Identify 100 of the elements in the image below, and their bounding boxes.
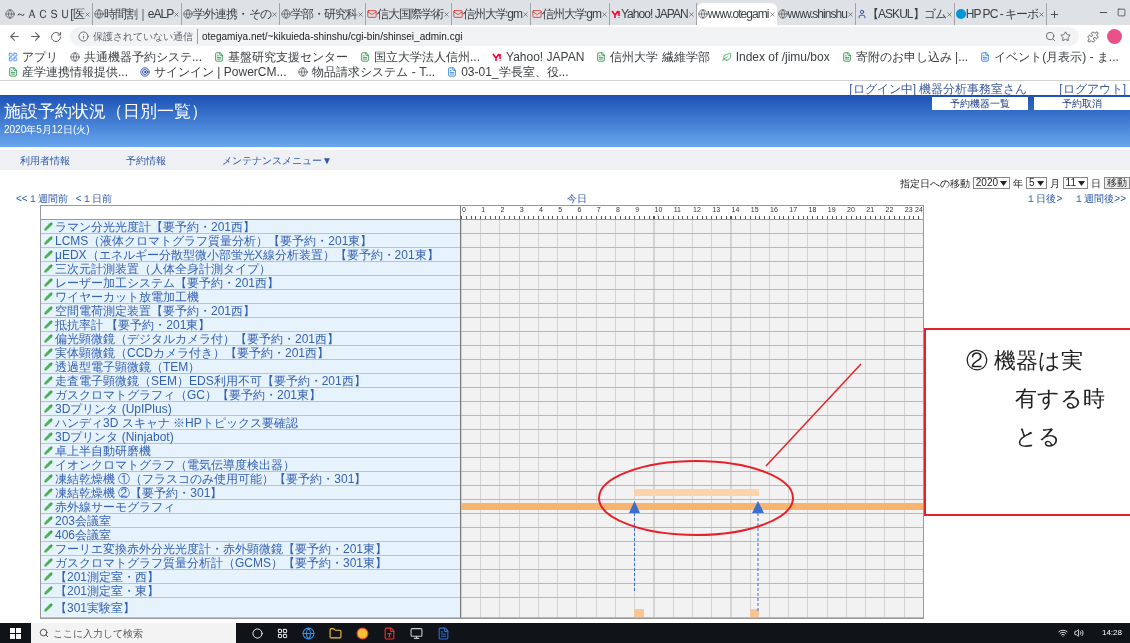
next-day-link[interactable]: １日後> [1026, 190, 1063, 206]
equipment-cell[interactable]: 抵抗率計 【要予約・201東】 [41, 318, 460, 332]
month-select[interactable]: 5 [1026, 177, 1047, 189]
bookmark[interactable]: 寄附のお申し込み |... [841, 49, 969, 64]
network-icon[interactable] [1057, 628, 1068, 638]
close-icon[interactable] [83, 10, 91, 18]
equipment-cell[interactable]: フーリエ変換赤外分光光度計・赤外顕微鏡【要予約・201東】 [41, 542, 460, 556]
equipment-cell[interactable]: 空間電荷測定装置【要予約・201西】 [41, 304, 460, 318]
equipment-cell[interactable]: LCMS（液体クロマトグラフ質量分析）【要予約・201東】 [41, 234, 460, 248]
bookmark[interactable]: 共通機器予約システ... [70, 49, 202, 64]
equipment-cell[interactable]: μEDX（エネルギー分散型微小部蛍光X線分析装置）【要予約・201東】 [41, 248, 460, 262]
bookmark[interactable]: Index of /jimu/box [721, 49, 830, 64]
avatar[interactable] [1107, 29, 1122, 44]
day-select[interactable]: 11 [1062, 177, 1088, 189]
equipment-cell[interactable]: 203会議室 [41, 514, 460, 528]
close-icon[interactable] [768, 10, 776, 18]
nav-link[interactable]: 利用者情報 [20, 152, 70, 168]
nav-link[interactable]: メンテナンスメニュー▼ [222, 152, 332, 168]
reload-icon[interactable] [50, 30, 62, 43]
maximize-icon[interactable] [1117, 8, 1126, 17]
browser-icon[interactable] [356, 626, 369, 640]
close-icon[interactable] [522, 10, 529, 18]
year-select[interactable]: 2020 [972, 177, 1011, 189]
equipment-cell[interactable]: 凍結乾燥機 ①（フラスコのみ使用可能）【要予約・301】 [41, 472, 460, 486]
equipment-cell[interactable]: ハンディ3D スキャナ ※HPトピックス要確認 [41, 416, 460, 430]
address-bar[interactable]: 保護されていない通信 otegamiya.net/~kikuieda-shinshu/cgi-bin/shinsei_admin.cgi [70, 27, 1079, 46]
pencil-icon [44, 488, 53, 497]
back-icon[interactable] [8, 30, 21, 43]
caret-icon [1078, 180, 1085, 186]
bookmark[interactable]: 信州大学 繊維学部 [596, 49, 710, 64]
booked-slot[interactable] [778, 503, 789, 510]
equipment-cell[interactable]: ワイヤーカット放電加工機 [41, 290, 460, 304]
equipment-cell[interactable]: 三次元計測装置（人体全身計測タイプ） [41, 262, 460, 276]
pdf-icon[interactable] [383, 626, 396, 640]
booking-mark[interactable] [634, 609, 644, 617]
booked-slot[interactable] [749, 489, 760, 496]
bookmark[interactable]: Yahoo! JAPAN [492, 49, 585, 64]
bookmark[interactable]: イベント(月表示) - ま... [980, 49, 1119, 64]
equipment-cell[interactable]: 透過型電子顕微鏡（TEM） [41, 360, 460, 374]
equipment-cell[interactable]: 赤外線サーモグラフィ [41, 500, 460, 514]
security-label: 保護されていない通信 [93, 29, 198, 44]
booking-mark[interactable] [749, 609, 760, 617]
star-icon[interactable] [1060, 31, 1071, 42]
equipment-cell[interactable]: 凍結乾燥機 ②【要予約・301】 [41, 486, 460, 500]
close-icon[interactable] [173, 10, 181, 18]
booked-slot[interactable] [788, 503, 798, 510]
folder-icon[interactable] [329, 626, 342, 640]
equipment-cell[interactable]: ガスクロマトグラフ質量分析計（GCMS）【要予約・301東】 [41, 556, 460, 570]
bookmark[interactable]: 国立大学法人信州... [360, 49, 481, 64]
equipment-cell[interactable]: 3Dプリンタ (Ninjabot) [41, 430, 460, 444]
bookmark[interactable]: 基盤研究支援センター [214, 49, 348, 64]
browser-tab[interactable]: www.otegami [696, 3, 777, 25]
prev-week-link[interactable]: <<１週間前 [16, 190, 68, 206]
task-view-icon[interactable] [277, 627, 288, 639]
forward-icon[interactable] [29, 30, 42, 43]
equipment-cell[interactable]: 走査電子顕微鏡（SEM）EDS利用不可【要予約・201西】 [41, 374, 460, 388]
close-icon[interactable] [1038, 10, 1046, 18]
equipment-cell[interactable]: 【201測定室・西】 [41, 570, 460, 584]
equipment-cell[interactable]: 実体顕微鏡（CCDカメラ付き）【要予約・201西】 [41, 346, 460, 360]
close-icon[interactable] [443, 10, 451, 18]
search-icon[interactable] [1045, 31, 1056, 42]
equipment-cell[interactable]: 406会議室 [41, 528, 460, 542]
close-icon[interactable] [687, 10, 695, 18]
close-icon[interactable] [847, 10, 854, 18]
taskbar-search-field[interactable]: ここに入力して検索 [31, 623, 236, 643]
pencil-icon [44, 603, 53, 612]
bookmark[interactable]: 03-01_学長室、役... [447, 64, 569, 79]
document-icon [8, 66, 18, 77]
equipment-cell[interactable]: 3Dプリンタ (UpIPlus) [41, 402, 460, 416]
bookmark[interactable]: 物品請求システム - T... [298, 64, 436, 79]
header-button[interactable]: 予約取消 [1034, 97, 1130, 110]
bookmark[interactable]: サインイン | PowerCM... [140, 64, 287, 79]
go-button[interactable]: 移動 [1104, 177, 1130, 189]
equipment-cell[interactable]: 卓上半自動研磨機 [41, 444, 460, 458]
equipment-cell[interactable]: ガスクロマトグラフィ（GC）【要予約・201東】 [41, 388, 460, 402]
app-icon[interactable] [410, 626, 423, 640]
close-icon[interactable] [600, 10, 608, 18]
close-icon[interactable] [356, 10, 364, 18]
browser-icon[interactable] [302, 626, 315, 640]
extension-icon[interactable] [1087, 30, 1099, 43]
bookmark[interactable]: アプリ [8, 49, 58, 64]
new-tab-icon[interactable] [1049, 9, 1061, 20]
equipment-cell[interactable]: 【201測定室・東】 [41, 584, 460, 598]
equipment-cell[interactable]: イオンクロマトグラフ（電気伝導度検出器） [41, 458, 460, 472]
next-week-link[interactable]: １週間後>> [1074, 190, 1126, 206]
equipment-cell[interactable]: レーザー加工システム【要予約・201西】 [41, 276, 460, 290]
today-link[interactable]: 今日 [566, 190, 587, 206]
close-icon[interactable] [270, 10, 278, 18]
equipment-cell[interactable]: ラマン分光光度計【要予約・201西】 [41, 220, 460, 234]
nav-link[interactable]: 予約情報 [126, 152, 166, 168]
booked-slot[interactable] [595, 503, 606, 510]
prev-day-link[interactable]: <１日前 [75, 190, 112, 206]
bookmark[interactable]: 産学連携情報提供... [8, 64, 128, 79]
close-icon[interactable] [945, 10, 953, 18]
equipment-cell[interactable]: 【301実験室】 [41, 598, 460, 618]
equipment-cell[interactable]: 偏光顕微鏡（デジタルカメラ付）【要予約・201西】 [41, 332, 460, 346]
clock-time[interactable]: 14:28 [1101, 627, 1122, 639]
windows-logo-icon[interactable] [10, 627, 21, 639]
volume-icon[interactable] [1073, 628, 1084, 638]
header-button[interactable]: 予約機器一覧 [932, 97, 1028, 110]
